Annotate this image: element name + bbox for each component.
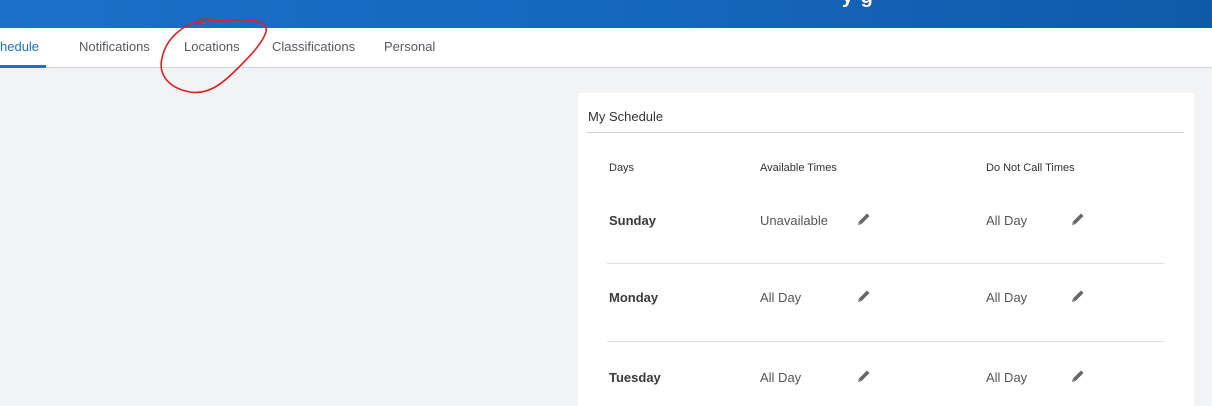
pencil-icon xyxy=(858,370,870,382)
tab-notifications[interactable]: Notifications xyxy=(79,39,150,54)
active-tab-indicator xyxy=(0,65,46,68)
day-label-tuesday: Tuesday xyxy=(609,370,661,385)
tab-bar: hedule Notifications Locations Classific… xyxy=(0,28,1212,68)
column-header-days: Days xyxy=(609,162,635,174)
pencil-icon xyxy=(1072,290,1084,302)
tab-classifications[interactable]: Classifications xyxy=(272,39,355,54)
day-label-monday: Monday xyxy=(609,290,659,305)
do-not-call-time-tuesday: All Day xyxy=(986,370,1028,385)
column-header-available-times: Available Times xyxy=(760,162,837,174)
pencil-icon xyxy=(858,213,870,225)
available-time-sunday: Unavailable xyxy=(760,213,828,228)
do-not-call-time-sunday: All Day xyxy=(986,213,1028,228)
edit-do-not-call-monday-button[interactable] xyxy=(1069,287,1087,305)
pencil-icon xyxy=(1072,370,1084,382)
app-title: y g xyxy=(842,0,874,9)
edit-do-not-call-tuesday-button[interactable] xyxy=(1069,367,1087,385)
edit-available-sunday-button[interactable] xyxy=(855,210,873,228)
row-divider xyxy=(607,341,1164,342)
available-time-monday: All Day xyxy=(760,290,802,305)
edit-available-monday-button[interactable] xyxy=(855,287,873,305)
card-title-divider xyxy=(586,132,1184,133)
card-title: My Schedule xyxy=(588,109,664,124)
tab-personal[interactable]: Personal xyxy=(384,39,435,54)
tab-schedule[interactable]: hedule xyxy=(0,39,39,54)
pencil-icon xyxy=(1072,213,1084,225)
row-divider xyxy=(607,263,1164,264)
available-time-tuesday: All Day xyxy=(760,370,802,385)
column-header-do-not-call-times: Do Not Call Times xyxy=(986,162,1075,174)
schedule-card: My Schedule Days Available Times Do Not … xyxy=(578,93,1194,406)
edit-do-not-call-sunday-button[interactable] xyxy=(1069,210,1087,228)
app-header-bar: y g xyxy=(0,0,1212,28)
pencil-icon xyxy=(858,290,870,302)
tab-locations[interactable]: Locations xyxy=(184,39,240,54)
day-label-sunday: Sunday xyxy=(609,213,656,228)
edit-available-tuesday-button[interactable] xyxy=(855,367,873,385)
do-not-call-time-monday: All Day xyxy=(986,290,1028,305)
